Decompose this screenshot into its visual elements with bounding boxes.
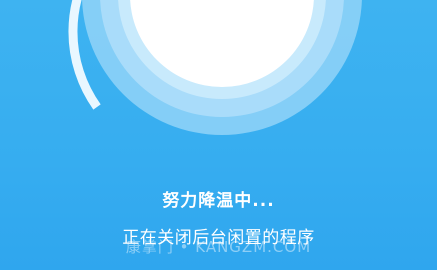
status-title: 努力降温中... [162,191,275,211]
status-subtitle: 正在关闭后台闲置的程序 [122,228,315,248]
cooling-screen: 努力降温中... 康掌门 • KANGZM.COM 正在关闭后台闲置的程序 [0,0,437,270]
